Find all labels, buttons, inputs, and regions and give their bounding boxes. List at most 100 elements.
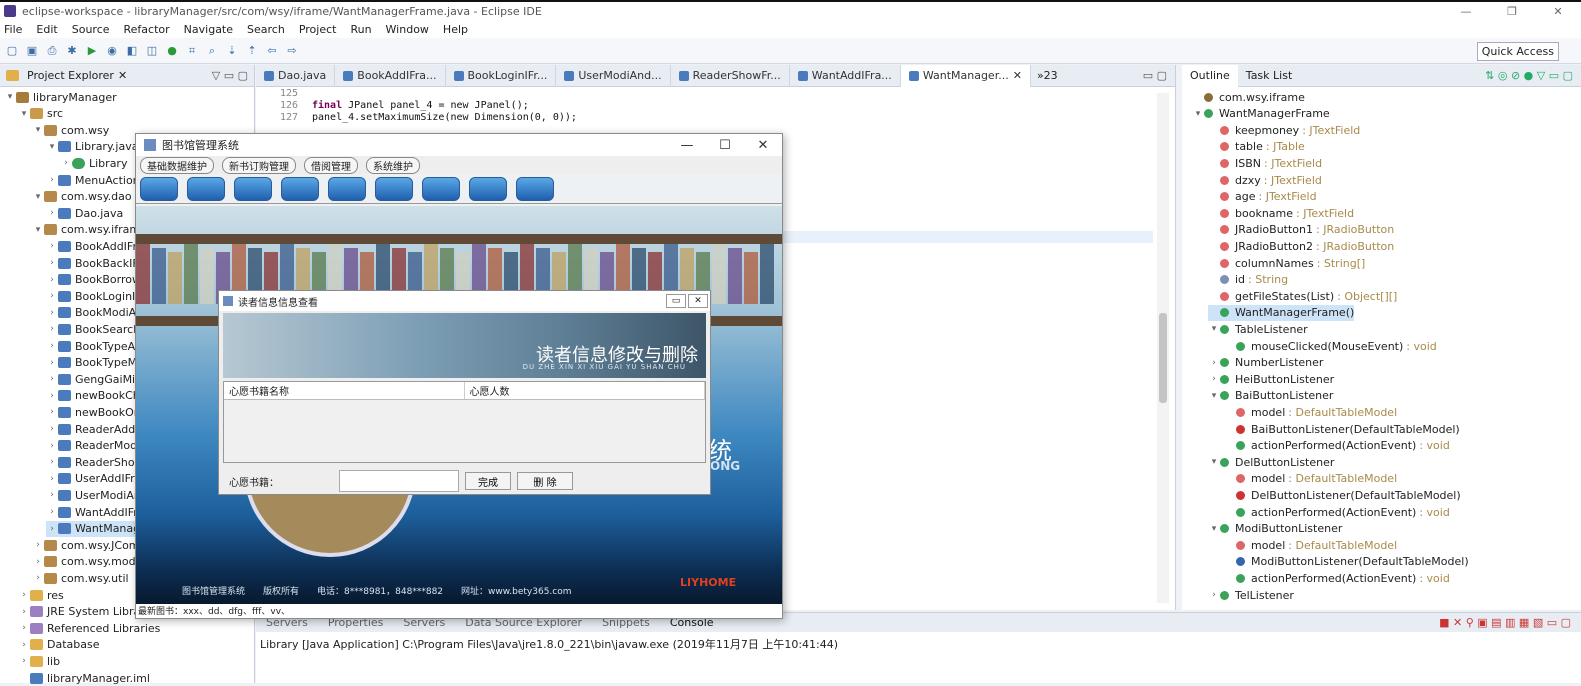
chevron-right-icon[interactable]: ›: [46, 175, 58, 185]
outline-item[interactable]: getFileStates(List): Object[][]: [1208, 288, 1397, 304]
outline-item[interactable]: model: DefaultTableModel: [1224, 471, 1397, 487]
app-tool-button[interactable]: [234, 176, 272, 201]
console-toolbar-icons[interactable]: ■ ✕ ⚲ ▣ ▤ ▥ ▦ ▧ ▭ ▢: [1439, 616, 1581, 629]
app-menu-item[interactable]: 新书订购管理: [222, 156, 296, 174]
tree-item[interactable]: › res: [18, 587, 64, 603]
tree-item[interactable]: libraryManager.iml: [18, 670, 150, 686]
app-tool-button[interactable]: [187, 176, 225, 201]
outline-item[interactable]: JRadioButton2: JRadioButton: [1208, 238, 1394, 254]
menu-item-refactor[interactable]: Refactor: [124, 23, 170, 36]
tree-item[interactable]: ▾ com.wsy.iframe: [32, 222, 147, 238]
outline-item[interactable]: › NumberListener: [1208, 355, 1323, 371]
chevron-right-icon[interactable]: ›: [46, 457, 58, 467]
outline-item[interactable]: age: JTextField: [1208, 189, 1317, 205]
chevron-down-icon[interactable]: ▾: [1208, 524, 1220, 534]
outline-item[interactable]: dzxy: JTextField: [1208, 172, 1322, 188]
outline-item[interactable]: model: DefaultTableModel: [1224, 537, 1397, 553]
print-icon[interactable]: ⎙: [44, 43, 60, 59]
chevron-right-icon[interactable]: ›: [46, 291, 58, 301]
editor-tab[interactable]: WantAddIFra...: [790, 64, 901, 87]
outline-item[interactable]: mouseClicked(MouseEvent): void: [1224, 338, 1437, 354]
maximize-icon[interactable]: ❐: [1489, 2, 1535, 20]
editor-tab[interactable]: WantManager... ✕: [900, 64, 1031, 87]
outline-item[interactable]: model: DefaultTableModel: [1224, 404, 1397, 420]
finish-button[interactable]: 完成: [465, 472, 511, 490]
chevron-right-icon[interactable]: ›: [32, 557, 44, 567]
outline-item[interactable]: ▾ TableListener: [1208, 321, 1308, 337]
menu-item-edit[interactable]: Edit: [36, 23, 57, 36]
outline-item[interactable]: ▾ DelButtonListener: [1208, 454, 1335, 470]
app-maximize-icon[interactable]: ☐: [706, 134, 744, 156]
chevron-right-icon[interactable]: ›: [46, 208, 58, 218]
chevron-right-icon[interactable]: ›: [46, 441, 58, 451]
menu-item-navigate[interactable]: Navigate: [184, 23, 233, 36]
outline-item[interactable]: ▾ ModiButtonListener: [1208, 521, 1343, 537]
outline-item[interactable]: › TelListener: [1208, 587, 1294, 603]
minimize-icon[interactable]: —: [1443, 2, 1489, 20]
new-icon[interactable]: ▢: [4, 43, 20, 59]
chevron-right-icon[interactable]: ›: [46, 374, 58, 384]
outline-item[interactable]: JRadioButton1: JRadioButton: [1208, 222, 1394, 238]
chevron-right-icon[interactable]: ›: [46, 341, 58, 351]
outline-item[interactable]: WantManagerFrame(): [1208, 304, 1355, 321]
new-class-icon[interactable]: ●: [164, 43, 180, 59]
view-menu-icon[interactable]: ▽ ▭ ▢: [212, 69, 254, 82]
chevron-right-icon[interactable]: ›: [46, 275, 58, 285]
search-icon[interactable]: ⌕: [204, 43, 220, 59]
tree-item[interactable]: › Library: [60, 155, 127, 171]
editor-tab[interactable]: UserModiAnd...: [556, 64, 671, 87]
app-close-icon[interactable]: ✕: [744, 134, 782, 156]
chevron-right-icon[interactable]: ›: [32, 540, 44, 550]
outline-item[interactable]: BaiButtonListener(DefaultTableModel): [1224, 421, 1460, 437]
tab-task-list[interactable]: Task List: [1238, 69, 1300, 82]
outline-item[interactable]: keepmoney: JTextField: [1208, 122, 1360, 138]
tree-item[interactable]: › com.wsy.JComPz: [32, 537, 152, 553]
tree-item[interactable]: › JRE System Library: [18, 604, 151, 620]
editor-minmax-icon[interactable]: ▭ ▢: [1143, 69, 1175, 82]
chevron-down-icon[interactable]: ▾: [4, 92, 16, 102]
close-icon[interactable]: ✕: [1535, 2, 1581, 20]
menu-item-file[interactable]: File: [4, 23, 22, 36]
chevron-right-icon[interactable]: ›: [18, 623, 30, 633]
tab-overflow-count[interactable]: »23: [1031, 69, 1064, 82]
chevron-right-icon[interactable]: ›: [46, 258, 58, 268]
outline-item[interactable]: id: String: [1208, 272, 1288, 288]
outline-item[interactable]: ▾ BaiButtonListener: [1208, 388, 1334, 404]
outline-item[interactable]: actionPerformed(ActionEvent): void: [1224, 438, 1450, 454]
menu-item-search[interactable]: Search: [247, 23, 285, 36]
tree-item[interactable]: ▾ Library.java: [46, 139, 139, 155]
chevron-down-icon[interactable]: ▾: [1208, 391, 1220, 401]
chevron-right-icon[interactable]: ›: [46, 241, 58, 251]
app-tool-button[interactable]: [469, 176, 507, 201]
outline-item[interactable]: ISBN: JTextField: [1208, 155, 1322, 171]
app-menu-item[interactable]: 基础数据维护: [140, 156, 214, 174]
reader-info-dialog[interactable]: 读者信息信息查看 ▭ ✕ 读者信息修改与删除 DU ZHE XIN XI XIU…: [218, 290, 711, 495]
chevron-down-icon[interactable]: ▾: [32, 125, 44, 135]
wish-book-input[interactable]: [339, 470, 459, 492]
editor-scrollbar[interactable]: [1157, 93, 1169, 603]
quick-access-field[interactable]: Quick Access: [1476, 42, 1559, 61]
chevron-right-icon[interactable]: ›: [46, 490, 58, 500]
chevron-right-icon[interactable]: ›: [60, 158, 72, 168]
app-tool-button[interactable]: [422, 176, 460, 201]
chevron-down-icon[interactable]: ▾: [32, 225, 44, 235]
new-java-project-icon[interactable]: ◧: [124, 43, 140, 59]
chevron-right-icon[interactable]: ›: [46, 391, 58, 401]
menu-item-source[interactable]: Source: [72, 23, 110, 36]
outline-item[interactable]: ModiButtonListener(DefaultTableModel): [1224, 554, 1469, 570]
outline-item[interactable]: com.wsy.iframe: [1192, 89, 1305, 105]
chevron-down-icon[interactable]: ▾: [32, 192, 44, 202]
app-tool-button[interactable]: [516, 176, 554, 201]
run-external-icon[interactable]: ◉: [104, 43, 120, 59]
chevron-down-icon[interactable]: ▾: [46, 142, 58, 152]
tree-item[interactable]: › Referenced Libraries: [18, 620, 160, 636]
tree-item[interactable]: › lib: [18, 653, 60, 669]
tree-item[interactable]: › MenuActions: [46, 172, 145, 188]
app-menu-item[interactable]: 借阅管理: [304, 156, 358, 174]
chevron-down-icon[interactable]: ▾: [18, 109, 30, 119]
chevron-right-icon[interactable]: ›: [18, 607, 30, 617]
tree-item[interactable]: › Dao.java: [46, 205, 123, 221]
chevron-down-icon[interactable]: ▾: [1208, 324, 1220, 334]
outline-item[interactable]: bookname: JTextField: [1208, 205, 1354, 221]
delete-button[interactable]: 删 除: [517, 472, 573, 490]
